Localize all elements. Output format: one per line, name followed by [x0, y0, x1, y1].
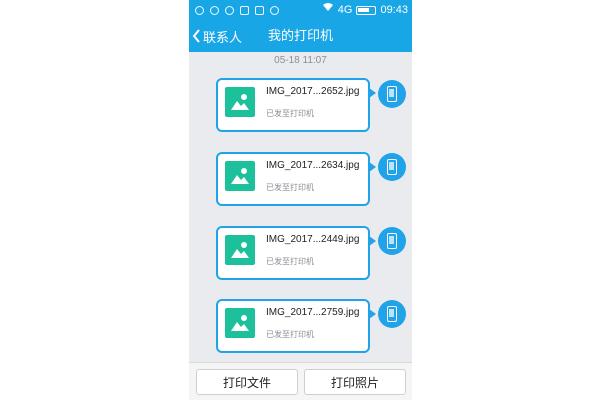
wifi-icon — [322, 0, 334, 20]
image-icon — [225, 235, 255, 265]
battery-icon — [356, 5, 377, 15]
image-icon — [225, 161, 255, 191]
image-icon — [225, 308, 255, 338]
file-name: IMG_2017...2449.jpg — [266, 234, 360, 245]
nav-bar: 我的打印机 联系人 — [189, 20, 412, 52]
cloud-icon — [270, 5, 279, 15]
send-status: 已发至打印机 — [266, 330, 314, 339]
phone-icon — [387, 233, 397, 249]
notification-icon — [255, 5, 264, 15]
printer-avatar[interactable] — [378, 80, 406, 108]
print-file-button[interactable]: 打印文件 — [196, 369, 298, 395]
back-button[interactable]: 联系人 — [192, 20, 242, 52]
clock: 09:43 — [380, 4, 408, 16]
file-name: IMG_2017...2652.jpg — [266, 86, 360, 97]
file-message[interactable]: IMG_2017...2759.jpg 已发至打印机 — [216, 299, 376, 353]
send-status: 已发至打印机 — [266, 183, 314, 192]
printer-avatar[interactable] — [378, 153, 406, 181]
notification-icon — [240, 5, 249, 15]
print-photo-button[interactable]: 打印照片 — [304, 369, 406, 395]
notification-icon — [195, 5, 204, 15]
file-message[interactable]: IMG_2017...2652.jpg 已发至打印机 — [216, 78, 376, 132]
send-status: 已发至打印机 — [266, 109, 314, 118]
status-icons-left — [195, 0, 279, 20]
printer-avatar[interactable] — [378, 227, 406, 255]
bottom-toolbar: 打印文件 打印照片 — [189, 362, 412, 400]
chevron-left-icon — [192, 29, 200, 43]
send-status: 已发至打印机 — [266, 257, 314, 266]
phone-screen: 4G 09:43 我的打印机 联系人 05-18 11:07 IMG_2017.… — [189, 0, 412, 400]
printer-avatar[interactable] — [378, 300, 406, 328]
notification-icon — [225, 5, 234, 15]
phone-icon — [387, 86, 397, 102]
phone-icon — [387, 159, 397, 175]
file-name: IMG_2017...2759.jpg — [266, 307, 360, 318]
status-icons-right: 4G 09:43 — [322, 0, 408, 20]
message-timestamp: 05-18 11:07 — [274, 55, 327, 66]
back-label: 联系人 — [203, 29, 243, 45]
image-icon — [225, 87, 255, 117]
notification-icon — [210, 5, 219, 15]
file-name: IMG_2017...2634.jpg — [266, 160, 360, 171]
status-bar: 4G 09:43 — [189, 0, 412, 20]
network-type: 4G — [337, 4, 353, 16]
file-message[interactable]: IMG_2017...2449.jpg 已发至打印机 — [216, 226, 376, 280]
file-message[interactable]: IMG_2017...2634.jpg 已发至打印机 — [216, 152, 376, 206]
phone-icon — [387, 306, 397, 322]
